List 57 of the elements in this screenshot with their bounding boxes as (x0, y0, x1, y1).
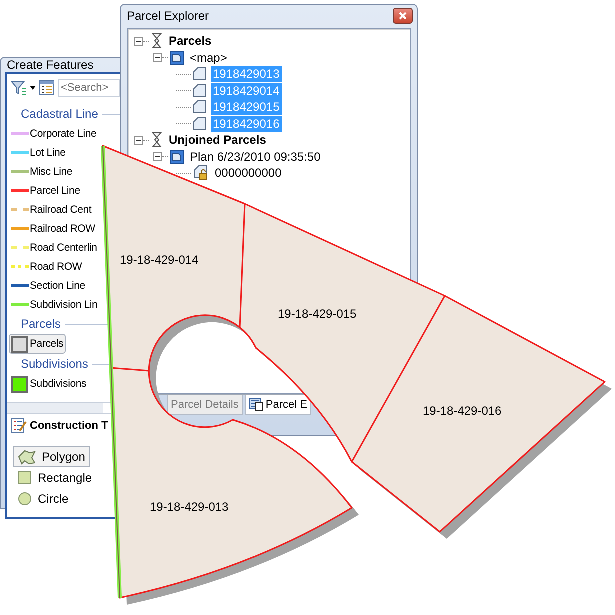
padlock-page-icon (193, 165, 209, 182)
feature-template[interactable]: Parcel Line (9, 181, 82, 200)
page-icon (193, 84, 207, 98)
table-icon (248, 398, 263, 411)
page-icon (193, 100, 207, 114)
construction-tool[interactable]: Circle (13, 488, 74, 509)
feature-template[interactable]: Corporate Line (9, 124, 99, 143)
square-icon (18, 470, 32, 484)
plan-icon (170, 150, 184, 164)
tab[interactable]: Parcel E (244, 395, 312, 415)
feature-template[interactable]: Road Centerlin (9, 238, 100, 257)
construction-tool[interactable]: Polygon (13, 446, 90, 467)
tree-item[interactable]: Parcels (167, 33, 214, 50)
plan-icon (170, 50, 184, 65)
feature-template[interactable]: Railroad ROW (9, 219, 98, 238)
group-header: Parcels (21, 317, 62, 331)
lot-line (110, 367, 150, 372)
tree-item[interactable]: Plan 6/23/2010 09:35:50 (188, 148, 323, 165)
group-header: Subdivisions (21, 357, 88, 371)
edit-list-icon (11, 418, 27, 434)
parcel-label: 19-18-429-015 (278, 307, 357, 321)
feature-template[interactable]: Section Line (9, 276, 88, 295)
feature-template[interactable]: Subdivisions (9, 374, 89, 394)
feature-template[interactable]: Parcels (9, 334, 66, 354)
parcel-label: 19-18-429-016 (423, 404, 502, 418)
collapse-toggle[interactable] (153, 152, 162, 162)
caret-icon[interactable] (30, 86, 36, 90)
polygon-icon (18, 448, 36, 464)
parcel-label: 19-18-429-013 (150, 500, 229, 514)
page-icon (193, 116, 207, 131)
tree-item[interactable]: Unjoined Parcels (167, 132, 268, 148)
feature-template[interactable]: Subdivision Lin (9, 295, 100, 314)
panel-title: Construction T (30, 420, 108, 432)
close-button[interactable] (393, 8, 413, 24)
feature-template[interactable]: Railroad Cent (9, 200, 94, 219)
tree-item[interactable]: 0000000000 (213, 165, 284, 182)
feature-template[interactable]: Misc Line (9, 162, 75, 181)
tree-item[interactable]: <map> (188, 50, 230, 66)
feature-template[interactable]: Lot Line (9, 143, 68, 162)
search-field[interactable]: <Search> (58, 79, 120, 97)
close-icon (399, 12, 407, 20)
hourglass-icon (151, 33, 163, 50)
group-header: Cadastral Line (21, 107, 98, 121)
window-title: Create Features (7, 58, 95, 72)
feature-template[interactable]: Road ROW (9, 257, 84, 276)
construction-tool[interactable]: Rectangle (13, 467, 98, 488)
parcel-label: 19-18-429-014 (120, 253, 199, 267)
circle-icon (18, 492, 32, 506)
organize-icon[interactable] (39, 80, 55, 96)
filter-icon[interactable] (11, 80, 27, 96)
collapse-toggle[interactable] (134, 136, 143, 145)
hourglass-icon (151, 132, 163, 148)
page-icon (193, 67, 207, 82)
window-title: Parcel Explorer (127, 8, 210, 22)
tab[interactable]: Parcel Details (167, 395, 243, 415)
collapse-toggle[interactable] (153, 53, 162, 62)
collapse-toggle[interactable] (134, 36, 143, 46)
